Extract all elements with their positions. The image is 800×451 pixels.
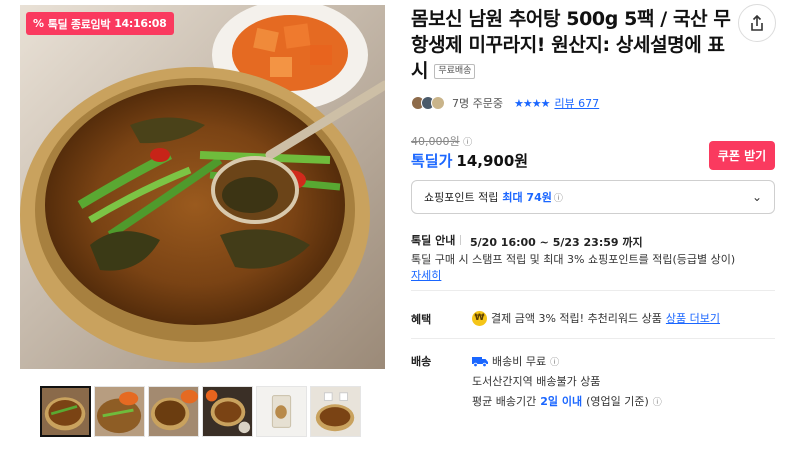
info-icon[interactable]: ⓘ (653, 395, 662, 408)
shipping-label: 배송 (411, 355, 432, 368)
order-rating-row: 7명 주문중 ★★★★ 리뷰 677 (411, 95, 599, 111)
won-coin-icon: ₩ (472, 310, 487, 326)
shipping-fee-row: 배송비 무료 ⓘ (472, 353, 559, 369)
buyer-avatars (411, 96, 445, 110)
rating-stars-icon: ★★★★ (513, 96, 550, 110)
benefit-more-link[interactable]: 상품 더보기 (666, 310, 720, 326)
percent-icon: % (33, 17, 44, 30)
info-icon[interactable]: ⓘ (550, 355, 559, 368)
thumbnail-1[interactable] (40, 386, 91, 437)
info-icon[interactable]: ⓘ (463, 138, 472, 148)
divider (460, 235, 461, 245)
points-max: 최대 74원 (502, 191, 552, 204)
deal-guide-description: 톡딜 구매 시 스탬프 적립 및 최대 3% 쇼핑포인트를 적립(등급별 상이) (411, 253, 736, 266)
shipping-period-value: 2일 이내 (540, 395, 583, 408)
shipping-period-row: 평균 배송기간 2일 이내 (영업일 기준) ⓘ (472, 393, 662, 409)
deal-guide-period: 5/20 16:00 ~ 5/23 23:59 까지 (470, 236, 643, 249)
share-button[interactable] (738, 4, 776, 42)
deal-price-row: 톡딜가 14,900원 (411, 150, 528, 171)
free-shipping-tag: 무료배송 (434, 64, 476, 79)
avatar (431, 96, 445, 110)
shipping-restriction: 도서산간지역 배송불가 상품 (472, 373, 600, 389)
shipping-period-suffix: (영업일 기준) (586, 395, 649, 408)
share-icon (751, 14, 763, 31)
thumbnail-6[interactable] (310, 386, 361, 437)
deal-ending-badge: % 톡딜 종료임박 14:16:08 (26, 12, 174, 35)
deal-guide-label: 톡딜 안내 (411, 234, 456, 247)
thumbnail-5[interactable] (256, 386, 307, 437)
benefit-text: 결제 금액 3% 적립! 추천리워드 상품 (491, 312, 662, 325)
benefit-label: 혜택 (411, 313, 432, 326)
shipping-period-prefix: 평균 배송기간 (472, 395, 537, 408)
deal-badge-label: 톡딜 종료임박 (47, 17, 111, 31)
original-price: 40,000원 ⓘ (411, 133, 472, 149)
thumbnail-2[interactable] (94, 386, 145, 437)
review-link[interactable]: 리뷰 677 (554, 95, 599, 111)
benefit-row: ₩ 결제 금액 3% 적립! 추천리워드 상품 상품 더보기 (472, 310, 720, 326)
coupon-button[interactable]: 쿠폰 받기 (709, 141, 775, 170)
thumbnail-strip (40, 386, 361, 437)
truck-icon (472, 356, 488, 367)
chevron-down-icon: ⌄ (751, 190, 762, 204)
shopping-points-dropdown[interactable]: 쇼핑포인트 적립 최대 74원 ⓘ ⌄ (411, 180, 775, 214)
points-label: 쇼핑포인트 적립 (424, 191, 499, 204)
thumbnail-3[interactable] (148, 386, 199, 437)
buyers-count: 7명 주문중 (452, 97, 503, 110)
shipping-fee: 배송비 무료 (492, 355, 547, 368)
shipping-restriction-text: 도서산간지역 배송불가 상품 (472, 375, 601, 388)
info-icon[interactable]: ⓘ (554, 191, 563, 204)
deal-price-label: 톡딜가 (411, 152, 453, 170)
main-product-image[interactable] (20, 5, 385, 369)
thumbnail-4[interactable] (202, 386, 253, 437)
divider (411, 338, 775, 339)
deal-price-value: 14,900원 (456, 152, 529, 170)
product-title: 몸보신 남원 추어탕 500g 5팩 / 국산 무항생제 미꾸라지! 원산지: … (411, 6, 731, 84)
original-price-value: 40,000원 (411, 135, 460, 148)
deal-guide-more-link[interactable]: 자세히 (411, 267, 441, 283)
divider (411, 290, 775, 291)
deal-countdown: 14:16:08 (114, 17, 167, 30)
